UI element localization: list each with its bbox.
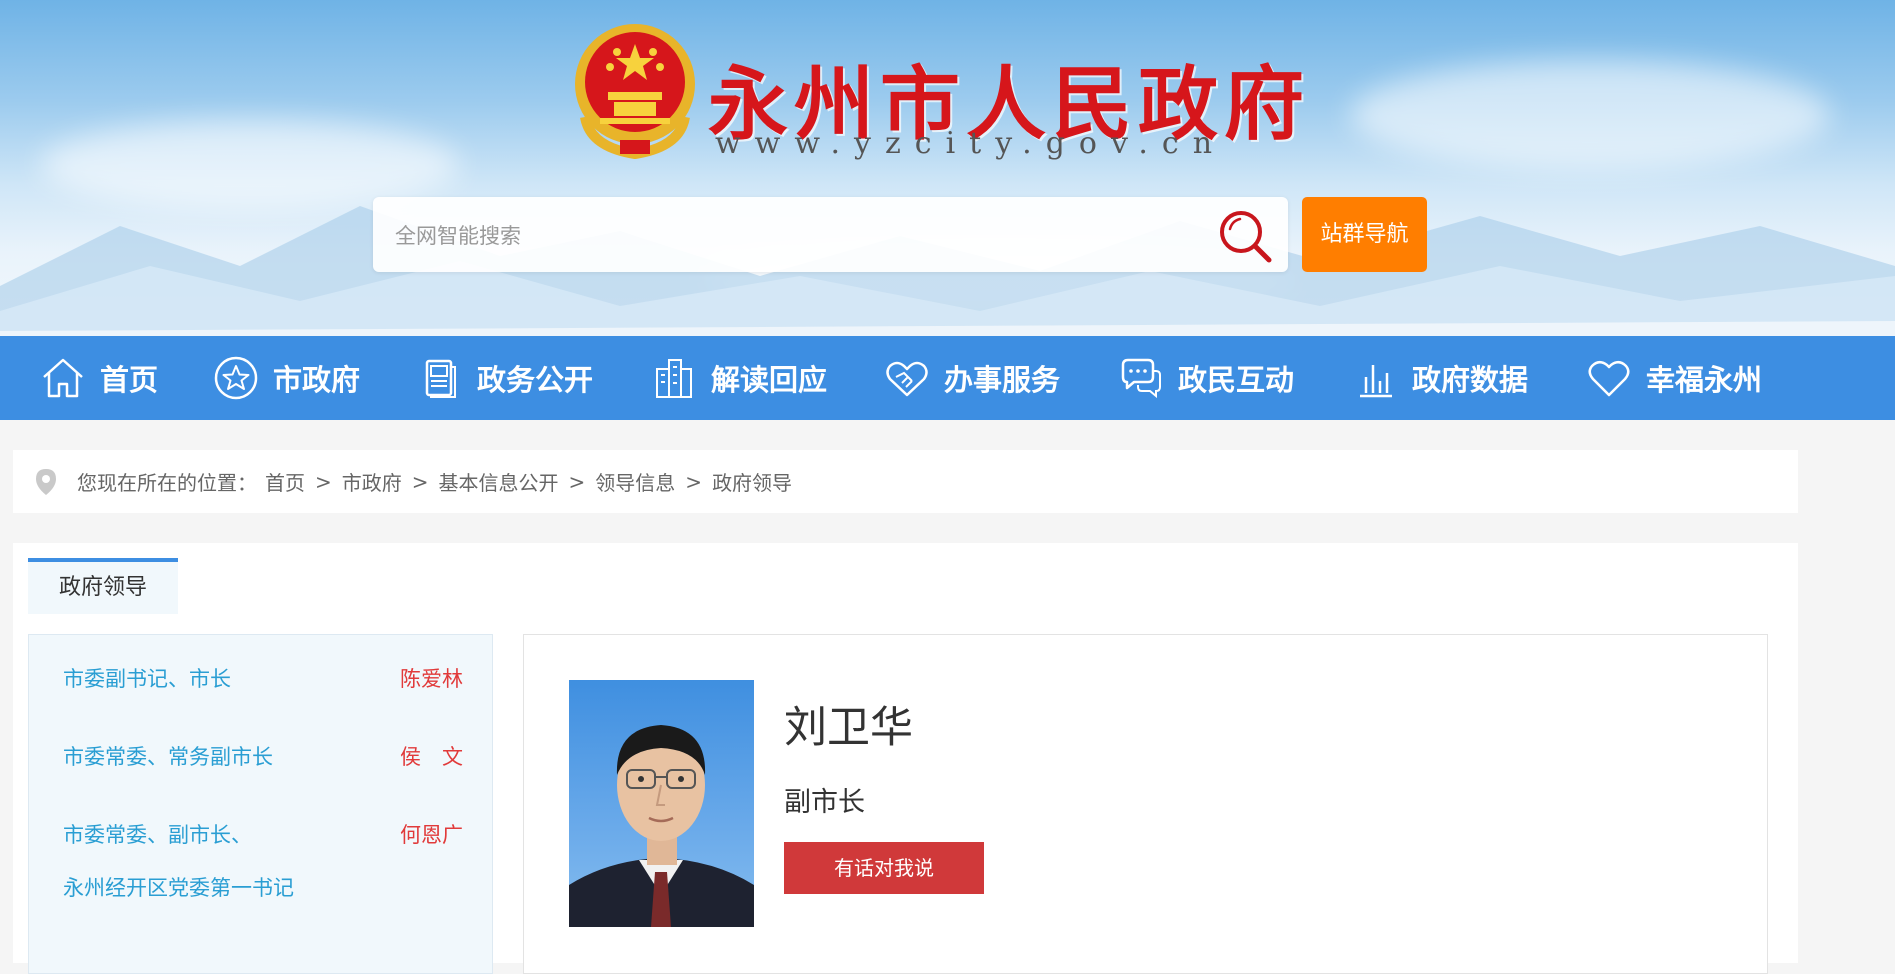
- header-banner: 永州市人民政府 www.yzcity.gov.cn 站群导航: [0, 0, 1895, 336]
- breadcrumb-home[interactable]: 首页: [265, 467, 305, 496]
- leader-name: 何恩广: [400, 823, 463, 847]
- leader-list-item[interactable]: 市委常委、常务副市长 侯 文: [63, 731, 463, 784]
- building-icon: [656, 359, 692, 398]
- breadcrumb-separator: >: [568, 469, 586, 494]
- breadcrumb-prefix: 您现在所在的位置：: [77, 471, 257, 495]
- nav-item-interaction[interactable]: 政民互动: [1118, 336, 1294, 420]
- leader-title: 副市长: [784, 787, 865, 818]
- leader-list: 市委副书记、市长 陈爱林 市委常委、常务副市长 侯 文 市委常委、副市长、 永州…: [28, 634, 493, 974]
- nav-item-label: 首页: [100, 363, 159, 397]
- nav-item-label: 市政府: [273, 363, 361, 397]
- main-nav: 首页 市政府 政务公开 解读回应 办事服务 政民互动 政府数据 幸福永州: [0, 336, 1895, 420]
- nav-item-government-affairs[interactable]: 政务公开: [417, 336, 593, 420]
- nav-item-services[interactable]: 办事服务: [884, 336, 1060, 420]
- portrait-image: [569, 725, 754, 927]
- nav-item-label: 政务公开: [477, 363, 594, 397]
- search-icon[interactable]: [1218, 209, 1272, 263]
- site-group-nav-button[interactable]: 站群导航: [1302, 197, 1427, 272]
- breadcrumb-separator: >: [411, 469, 429, 494]
- site-domain: www.yzcity.gov.cn: [715, 126, 1227, 161]
- breadcrumb: 您现在所在的位置： 首页 > 市政府 > 基本信息公开 > 领导信息 > 政府领…: [13, 450, 1798, 513]
- site-brand[interactable]: 永州市人民政府 www.yzcity.gov.cn: [570, 22, 1304, 172]
- breadcrumb-leader-info[interactable]: 领导信息: [595, 467, 675, 496]
- document-icon: [425, 359, 456, 398]
- breadcrumb-city-government[interactable]: 市政府: [342, 467, 402, 496]
- nav-item-label: 政府数据: [1412, 363, 1529, 397]
- content-panel: 政府领导 市委副书记、市长 陈爱林 市委常委、常务副市长 侯 文 市委常委、副市…: [13, 543, 1798, 974]
- nav-item-government-data[interactable]: 政府数据: [1352, 336, 1528, 420]
- nav-item-label: 办事服务: [944, 363, 1061, 397]
- nav-item-interpretation[interactable]: 解读回应: [651, 336, 827, 420]
- leader-detail: 刘卫华 副市长 有话对我说: [523, 634, 1768, 974]
- nav-item-label: 解读回应: [711, 363, 828, 397]
- leader-photo: [569, 680, 754, 927]
- nav-item-city-government[interactable]: 市政府: [213, 336, 360, 420]
- handshake-icon: [886, 361, 928, 397]
- chat-icon: [1121, 358, 1161, 399]
- leader-name: 侯 文: [400, 745, 463, 769]
- heart-icon: [1588, 361, 1630, 397]
- bar-chart-icon: [1360, 365, 1392, 398]
- search-input[interactable]: [393, 197, 1197, 274]
- leader-name-heading: 刘卫华: [784, 703, 913, 753]
- tab-government-leaders[interactable]: 政府领导: [28, 558, 178, 614]
- star-icon: [214, 356, 258, 400]
- home-icon: [43, 358, 83, 398]
- nav-item-label: 政民互动: [1178, 363, 1295, 397]
- nav-item-label: 幸福永州: [1646, 363, 1763, 397]
- nav-item-happy-yongzhou[interactable]: 幸福永州: [1586, 336, 1762, 420]
- location-pin-icon: [36, 468, 56, 495]
- message-me-button[interactable]: 有话对我说: [784, 842, 984, 894]
- national-emblem-icon: [575, 24, 695, 160]
- leader-role-line2: 永州经开区党委第一书记: [63, 876, 294, 900]
- leader-name: 陈爱林: [400, 667, 463, 691]
- breadcrumb-separator: >: [315, 469, 332, 494]
- breadcrumb-basic-info[interactable]: 基本信息公开: [439, 467, 559, 496]
- nav-item-home[interactable]: 首页: [40, 336, 158, 420]
- breadcrumb-separator: >: [685, 469, 703, 494]
- leader-list-item[interactable]: 市委副书记、市长 陈爱林: [63, 653, 463, 706]
- search-box: [373, 197, 1288, 274]
- leader-list-item[interactable]: 市委常委、副市长、 永州经开区党委第一书记 何恩广: [63, 809, 463, 915]
- breadcrumb-government-leaders[interactable]: 政府领导: [712, 467, 792, 496]
